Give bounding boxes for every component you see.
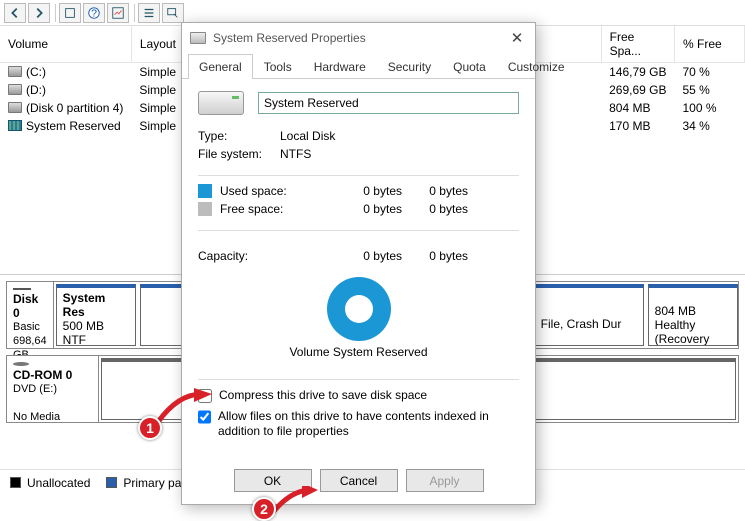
tab-general[interactable]: General [188, 54, 253, 79]
toolbar-sep [55, 4, 56, 22]
close-icon[interactable]: ✕ [507, 29, 527, 47]
index-checkbox[interactable] [198, 410, 211, 424]
cdrom-status: No Media [13, 410, 92, 424]
type-value: Local Disk [280, 129, 335, 143]
toolbar-btn-chart[interactable] [107, 3, 129, 23]
cdrom-l2: DVD (E:) [13, 382, 92, 396]
toolbar-btn-inspect[interactable] [162, 3, 184, 23]
volume-icon [198, 91, 244, 115]
p3-l3: Healthy (Recovery [655, 318, 710, 346]
toolbar-btn-list[interactable] [138, 3, 160, 23]
col-pctfree[interactable]: % Free [675, 26, 745, 63]
p2-l3: File, Crash Dur [541, 317, 622, 331]
free-swatch [198, 202, 212, 216]
fs-label: File system: [198, 147, 270, 161]
free-human: 0 bytes [402, 202, 468, 216]
tab-quota[interactable]: Quota [442, 54, 497, 79]
p3-l2: 804 MB [655, 304, 696, 318]
tab-tools[interactable]: Tools [253, 54, 303, 79]
compress-label: Compress this drive to save disk space [219, 388, 427, 403]
dialog-actions: OK Cancel Apply [182, 459, 535, 504]
separator [198, 230, 519, 231]
capacity-donut-icon [327, 277, 391, 341]
partition-system-reserved[interactable]: System Res 500 MB NTF Healthy (Sys [56, 284, 136, 346]
drive-icon [190, 32, 206, 44]
volume-icon [8, 120, 22, 131]
toolbar-btn-refresh[interactable] [59, 3, 81, 23]
p0-title: System Res [63, 291, 106, 319]
used-bytes: 0 bytes [320, 184, 402, 198]
partition-recovery[interactable]: 804 MB Healthy (Recovery [648, 284, 738, 346]
capacity-name: Volume System Reserved [198, 345, 519, 359]
compress-row[interactable]: Compress this drive to save disk space [198, 388, 519, 403]
cdrom-title: CD-ROM 0 [13, 368, 92, 382]
capacity-label: Capacity: [198, 249, 320, 263]
volume-name-input[interactable] [258, 92, 519, 114]
svg-text:?: ? [91, 7, 97, 19]
separator [198, 379, 519, 380]
compress-checkbox[interactable] [198, 389, 212, 403]
ok-button[interactable]: OK [234, 469, 312, 492]
free-label: Free space: [220, 202, 320, 216]
disk0-title: Disk 0 [13, 292, 47, 320]
legend-unallocated: Unallocated [10, 476, 90, 490]
toolbar-sep [134, 4, 135, 22]
tab-security[interactable]: Security [377, 54, 442, 79]
properties-dialog: System Reserved Properties ✕ GeneralTool… [181, 22, 536, 505]
disk-head-cdrom: CD-ROM 0 DVD (E:) No Media [7, 356, 99, 422]
tab-customize[interactable]: Customize [497, 54, 576, 79]
volume-icon [8, 66, 22, 77]
tab-hardware[interactable]: Hardware [303, 54, 377, 79]
dialog-title-text: System Reserved Properties [213, 31, 366, 45]
disk0-type: Basic [13, 320, 47, 334]
tab-general-body: Type: Local Disk File system: NTFS Used sp… [182, 79, 535, 459]
callout-1: 1 [138, 416, 162, 440]
used-label: Used space: [220, 184, 320, 198]
toolbar-btn-help[interactable]: ? [83, 3, 105, 23]
separator [198, 175, 519, 176]
partition-crash[interactable]: File, Crash Dur [534, 284, 644, 346]
apply-button[interactable]: Apply [406, 469, 484, 492]
volume-icon [8, 84, 22, 95]
disk-icon [13, 288, 31, 290]
col-volume[interactable]: Volume [0, 26, 131, 63]
type-label: Type: [198, 129, 270, 143]
fs-value: NTFS [280, 147, 311, 161]
callout-2: 2 [252, 497, 276, 521]
disk-head-disk0: Disk 0 Basic 698,64 GB Online [7, 282, 54, 348]
toolbar-btn-back[interactable] [4, 3, 26, 23]
tab-strip: GeneralToolsHardwareSecurityQuotaCustomi… [182, 53, 535, 79]
col-freespace[interactable]: Free Spa... [601, 26, 674, 63]
index-row[interactable]: Allow files on this drive to have conten… [198, 409, 519, 439]
index-label: Allow files on this drive to have conten… [218, 409, 519, 439]
swatch-unallocated [10, 477, 21, 488]
free-bytes: 0 bytes [320, 202, 402, 216]
swatch-primary [106, 477, 117, 488]
cd-icon [13, 362, 29, 366]
capacity-bytes: 0 bytes [320, 249, 402, 263]
used-human: 0 bytes [402, 184, 468, 198]
dialog-titlebar[interactable]: System Reserved Properties ✕ [182, 23, 535, 53]
volume-icon [8, 102, 22, 113]
used-swatch [198, 184, 212, 198]
capacity-human: 0 bytes [402, 249, 468, 263]
p0-l2: 500 MB NTF [63, 319, 104, 346]
toolbar-btn-forward[interactable] [28, 3, 50, 23]
cancel-button[interactable]: Cancel [320, 469, 398, 492]
